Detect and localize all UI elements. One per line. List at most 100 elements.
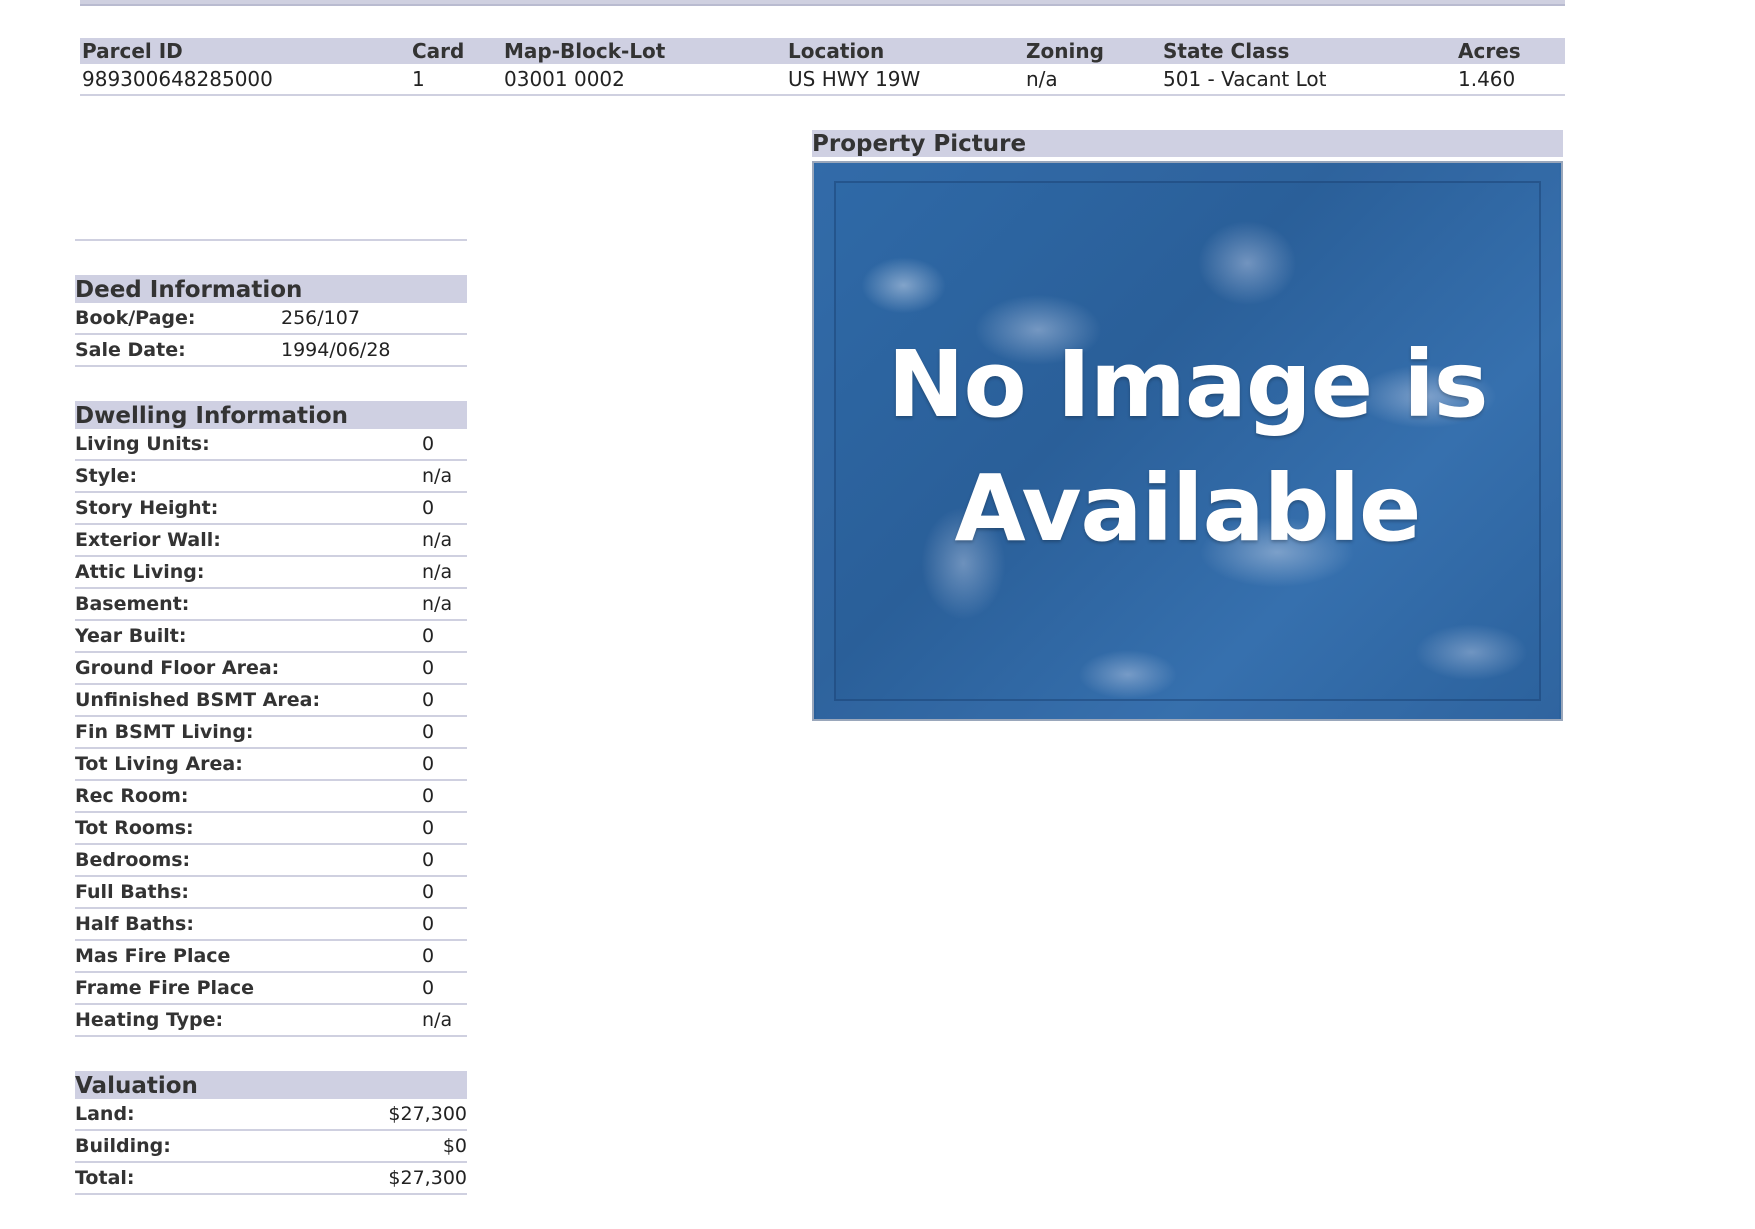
no-image-message: No Image is Available [814, 323, 1561, 571]
top-divider [80, 0, 1565, 6]
dwelling-row: Attic Living: n/a [75, 557, 467, 589]
property-picture-section: Property Picture No Image is Available [812, 130, 1563, 721]
dwelling-label: Ground Floor Area: [75, 657, 280, 679]
dwelling-value: 0 [422, 913, 435, 935]
header-acres: Acres [1456, 38, 1565, 64]
header-parcel-id: Parcel ID [80, 38, 410, 64]
dwelling-value: 0 [422, 881, 435, 903]
dwelling-value: 0 [422, 657, 435, 679]
valuation-row: Land: $27,300 [75, 1099, 467, 1131]
dwelling-row: Rec Room: 0 [75, 781, 467, 813]
no-image-placeholder: No Image is Available [812, 161, 1563, 721]
dwelling-row: Half Baths: 0 [75, 909, 467, 941]
dwelling-value: 0 [422, 497, 435, 519]
parcel-data-row: 989300648285000 1 03001 0002 US HWY 19W … [80, 64, 1565, 96]
valuation-row: Total: $27,300 [75, 1163, 467, 1195]
dwelling-label: Living Units: [75, 433, 210, 455]
left-divider [75, 239, 467, 241]
header-location: Location [786, 38, 1024, 64]
dwelling-row: Ground Floor Area: 0 [75, 653, 467, 685]
dwelling-row: Year Built: 0 [75, 621, 467, 653]
deed-label: Sale Date: [75, 339, 186, 361]
deed-row: Sale Date: 1994/06/28 [75, 335, 467, 367]
dwelling-row: Living Units: 0 [75, 429, 467, 461]
parcel-id-value: 989300648285000 [80, 64, 410, 96]
valuation-value: $27,300 [388, 1103, 467, 1125]
valuation-label: Total: [75, 1167, 135, 1189]
dwelling-value: 0 [422, 817, 435, 839]
dwelling-row: Basement: n/a [75, 589, 467, 621]
dwelling-row: Story Height: 0 [75, 493, 467, 525]
valuation-value: $27,300 [388, 1167, 467, 1189]
no-image-line-1: No Image is [887, 331, 1489, 438]
dwelling-label: Fin BSMT Living: [75, 721, 254, 743]
dwelling-row: Full Baths: 0 [75, 877, 467, 909]
dwelling-value: 0 [422, 977, 435, 999]
dwelling-label: Frame Fire Place [75, 977, 255, 999]
dwelling-row: Tot Living Area: 0 [75, 749, 467, 781]
dwelling-value: 0 [422, 849, 435, 871]
dwelling-value: 0 [422, 721, 435, 743]
dwelling-row: Exterior Wall: n/a [75, 525, 467, 557]
dwelling-label: Half Baths: [75, 913, 194, 935]
dwelling-label: Tot Living Area: [75, 753, 243, 775]
dwelling-row: Style: n/a [75, 461, 467, 493]
map-block-lot-value: 03001 0002 [502, 64, 786, 96]
dwelling-value: n/a [422, 465, 453, 487]
valuation-label: Land: [75, 1103, 135, 1125]
dwelling-value: n/a [422, 529, 453, 551]
parcel-header-row: Parcel ID Card Map-Block-Lot Location Zo… [80, 38, 1565, 64]
dwelling-value: 0 [422, 689, 435, 711]
dwelling-label: Story Height: [75, 497, 219, 519]
dwelling-label: Heating Type: [75, 1009, 224, 1031]
dwelling-row: Fin BSMT Living: 0 [75, 717, 467, 749]
deed-label: Book/Page: [75, 307, 196, 329]
left-column: Deed Information Book/Page: 256/107 Sale… [75, 239, 467, 1229]
dwelling-label: Unfinished BSMT Area: [75, 689, 321, 711]
valuation-section: Valuation Land: $27,300 Building: $0 Total… [75, 1071, 467, 1195]
zoning-value: n/a [1024, 64, 1161, 96]
dwelling-row: Frame Fire Place 0 [75, 973, 467, 1005]
valuation-row: Building: $0 [75, 1131, 467, 1163]
dwelling-label: Rec Room: [75, 785, 189, 807]
dwelling-label: Attic Living: [75, 561, 205, 583]
deed-information-header: Deed Information [75, 275, 467, 303]
dwelling-label: Mas Fire Place [75, 945, 231, 967]
location-value: US HWY 19W [786, 64, 1024, 96]
dwelling-label: Basement: [75, 593, 190, 615]
valuation-header: Valuation [75, 1071, 467, 1099]
dwelling-label: Style: [75, 465, 138, 487]
deed-information-section: Deed Information Book/Page: 256/107 Sale… [75, 275, 467, 367]
dwelling-value: n/a [422, 1009, 453, 1031]
dwelling-value: n/a [422, 593, 453, 615]
header-state-class: State Class [1161, 38, 1456, 64]
dwelling-row: Mas Fire Place 0 [75, 941, 467, 973]
card-value: 1 [410, 64, 502, 96]
dwelling-label: Exterior Wall: [75, 529, 221, 551]
header-card: Card [410, 38, 502, 64]
property-picture-header: Property Picture [812, 130, 1563, 157]
deed-row: Book/Page: 256/107 [75, 303, 467, 335]
dwelling-value: 0 [422, 625, 435, 647]
dwelling-information-header: Dwelling Information [75, 401, 467, 429]
dwelling-value: 0 [422, 945, 435, 967]
dwelling-label: Tot Rooms: [75, 817, 194, 839]
header-map-block-lot: Map-Block-Lot [502, 38, 786, 64]
acres-value: 1.460 [1456, 64, 1565, 96]
dwelling-label: Year Built: [75, 625, 187, 647]
valuation-label: Building: [75, 1135, 171, 1157]
dwelling-value: 0 [422, 785, 435, 807]
state-class-value: 501 - Vacant Lot [1161, 64, 1456, 96]
dwelling-row: Tot Rooms: 0 [75, 813, 467, 845]
parcel-summary-table: Parcel ID Card Map-Block-Lot Location Zo… [80, 38, 1565, 96]
dwelling-label: Bedrooms: [75, 849, 191, 871]
no-image-line-2: Available [954, 455, 1422, 562]
dwelling-value: 0 [422, 433, 435, 455]
dwelling-label: Full Baths: [75, 881, 190, 903]
dwelling-value: n/a [422, 561, 453, 583]
dwelling-row: Bedrooms: 0 [75, 845, 467, 877]
valuation-value: $0 [442, 1135, 467, 1157]
dwelling-row: Heating Type: n/a [75, 1005, 467, 1037]
dwelling-row: Unfinished BSMT Area: 0 [75, 685, 467, 717]
dwelling-information-section: Dwelling Information Living Units: 0 Styl… [75, 401, 467, 1037]
